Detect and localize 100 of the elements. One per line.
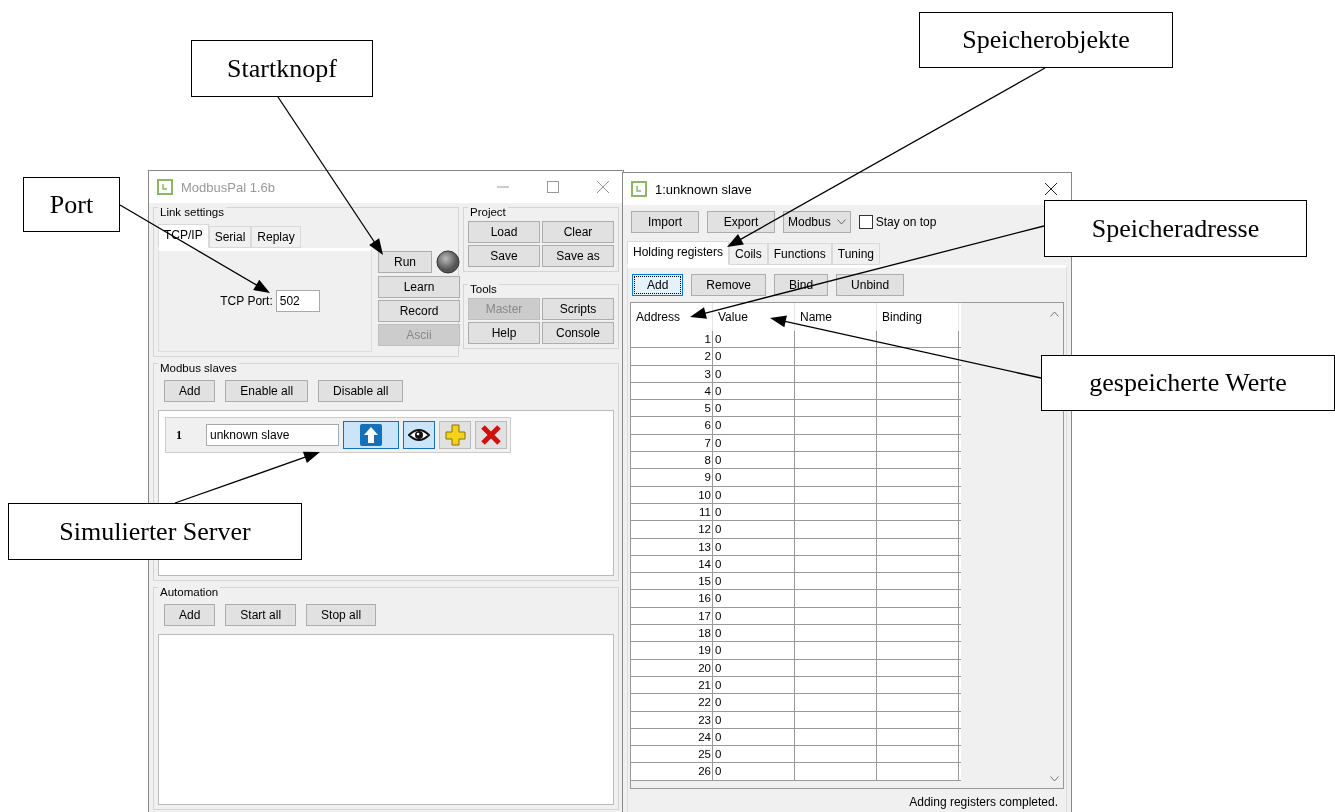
table-cell: 9 [631,469,713,486]
eye-icon [408,428,430,442]
slave-action-button[interactable]: Disable all [318,380,404,402]
slave-action-button[interactable]: Enable all [225,380,309,402]
table-cell: 21 [631,676,713,694]
project-button[interactable]: Help [468,322,540,344]
table-cell: 2 [631,348,713,365]
table-cell: 26 [631,763,713,780]
table-cell: 0 [713,486,795,503]
table-cell: 8 [631,452,713,469]
table-cell: 3 [631,365,713,382]
checkbox[interactable] [858,215,873,229]
view-button[interactable] [403,421,435,449]
table-cell: 23 [631,711,713,728]
table-cell: 0 [713,400,795,417]
scroll-up-icon[interactable] [1050,311,1059,317]
table-cell: 15 [631,573,713,590]
tab[interactable]: Serial [208,226,252,248]
protocol-dropdown[interactable]: Modbus [783,211,851,233]
automation-action-button[interactable]: Start all [225,604,297,626]
table-cell: 0 [713,331,795,348]
table-cell: 11 [631,503,713,521]
table-cell: 7 [631,434,713,452]
group-title: Tools [468,283,499,295]
table-cell: 19 [631,642,713,659]
run-button[interactable]: Learn [378,276,460,298]
run-button[interactable]: Run [378,251,432,273]
status-led-icon [436,250,460,274]
table-cell: 0 [713,521,795,538]
tab[interactable]: Functions [767,243,832,265]
project-button[interactable]: Save [468,245,540,267]
table-cell: 0 [713,625,795,642]
table-cell: 0 [713,348,795,365]
app-icon [631,181,647,197]
project-button[interactable]: Console [542,322,614,344]
slave-action-button[interactable]: Add [164,380,216,402]
table-cell: 0 [713,728,795,746]
table-cell: 0 [713,746,795,763]
table-cell: 20 [631,659,713,676]
table-cell: 18 [631,625,713,642]
table-cell: 0 [713,417,795,434]
tab[interactable]: Tuning [831,243,880,265]
app-icon [157,179,173,195]
table-cell: 0 [713,694,795,711]
table-cell: 0 [713,434,795,452]
project-button[interactable]: Scripts [542,298,614,320]
port-field[interactable]: 502 [275,290,320,312]
table-cell: 6 [631,417,713,434]
scroll-down-icon[interactable] [1050,776,1059,782]
table-cell: 0 [713,538,795,555]
table-cell: 0 [713,573,795,590]
register-action-button[interactable]: Add [632,274,684,296]
table-cell: 0 [713,676,795,694]
delete-button[interactable] [475,421,507,449]
plus-icon [444,424,466,446]
table-cell: 0 [713,590,795,607]
table-cell: 22 [631,694,713,711]
group-title: Automation [158,586,221,598]
tab[interactable]: Holding registers [627,241,730,265]
port-label: TCP Port: [220,294,273,308]
table-cell: 0 [713,711,795,728]
table-cell: 24 [631,728,713,746]
toolbar-button[interactable]: Export [707,211,775,233]
table-cell: 4 [631,382,713,400]
project-button[interactable]: Load [468,221,540,243]
toolbar-button[interactable]: Import [631,211,699,233]
table-cell: 0 [713,365,795,382]
callout-label: Port [23,177,120,232]
callout-label: Speicheradresse [1044,200,1307,257]
table-cell: 25 [631,746,713,763]
group-title: Modbus slaves [158,362,239,374]
register-action-button[interactable]: Unbind [836,274,905,296]
register-action-button[interactable]: Remove [691,274,767,296]
tab[interactable]: Replay [251,226,301,248]
table-cell: 0 [713,469,795,486]
project-button[interactable]: Save as [542,245,614,267]
callout-label: Simulierter Server [8,503,302,560]
slave-number: 1 [176,427,183,443]
close-icon[interactable] [1045,183,1057,195]
enable-button[interactable] [343,421,399,449]
table-cell: 0 [713,555,795,573]
maximize-icon[interactable] [547,181,559,193]
table-cell: 0 [713,659,795,676]
table-cell: 0 [713,452,795,469]
slave-name-field[interactable]: unknown slave [206,424,339,446]
tab[interactable]: Coils [729,243,768,265]
status-text: Adding registers completed. [909,795,1058,809]
table-cell: 0 [713,607,795,625]
project-button[interactable]: Clear [542,221,614,243]
delete-icon [480,424,502,446]
callout-label: gespeicherte Werte [1041,355,1335,411]
window-title: ModbusPal 1.6b [181,179,275,195]
table-cell: 0 [713,503,795,521]
automation-action-button[interactable]: Add [164,604,216,626]
table-cell: 13 [631,538,713,555]
table-cell: 17 [631,607,713,625]
table-cell: 0 [713,642,795,659]
table-cell: 14 [631,555,713,573]
run-button[interactable]: Record [378,300,460,322]
automation-action-button[interactable]: Stop all [306,604,377,626]
